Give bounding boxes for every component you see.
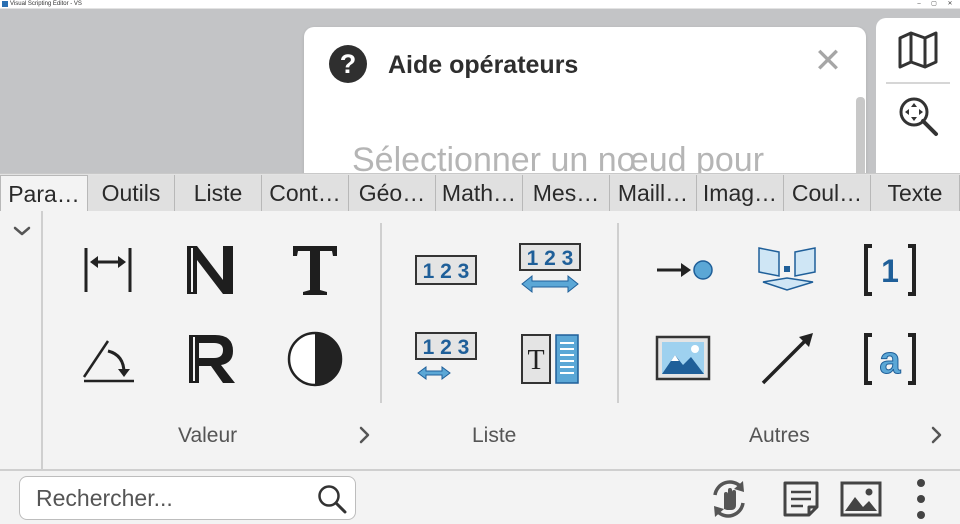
svg-text:1 2 3: 1 2 3 (423, 260, 470, 283)
svg-text:1 2 3: 1 2 3 (527, 247, 574, 270)
tab-outils[interactable]: Outils (88, 175, 175, 212)
search-box (19, 476, 356, 520)
minimize-button[interactable]: – (912, 0, 926, 8)
bottom-bar (0, 469, 960, 524)
image-icon[interactable] (648, 324, 718, 394)
tab-maillage[interactable]: Maill… (610, 175, 697, 212)
tab-parametres[interactable]: Para… (0, 175, 88, 213)
help-panel-title: Aide opérateurs (388, 51, 579, 79)
integer-icon[interactable] (176, 235, 246, 305)
tab-image[interactable]: Imag… (697, 175, 784, 212)
search-input[interactable] (36, 483, 316, 513)
chevron-down-icon[interactable] (10, 219, 34, 243)
palette-left-divider (41, 211, 43, 469)
svg-text:T: T (527, 345, 544, 376)
tab-couleur[interactable]: Coul… (784, 175, 871, 212)
question-circle-icon: ? (329, 45, 367, 83)
section-label-autres: Autres (749, 424, 810, 447)
section-label-liste: Liste (472, 424, 517, 447)
search-icon[interactable] (316, 483, 348, 515)
refresh-hand-icon[interactable] (707, 477, 751, 521)
tab-mesure[interactable]: Mes… (523, 175, 610, 212)
number-list-small-range-icon[interactable]: 1 2 3 (411, 324, 481, 394)
section-divider (380, 223, 382, 403)
close-window-button[interactable]: ✕ (943, 0, 957, 8)
number-list-icon[interactable]: 1 2 3 (411, 235, 481, 305)
contrast-icon[interactable] (280, 324, 350, 394)
number-list-range-icon[interactable]: 1 2 3 (515, 235, 585, 305)
arrow-to-point-icon[interactable] (648, 235, 718, 305)
app-icon (2, 1, 8, 7)
tab-geometrie[interactable]: Géo… (349, 175, 436, 212)
svg-text:a: a (879, 340, 901, 382)
text-icon[interactable] (280, 235, 350, 305)
zoom-fit-icon[interactable] (896, 94, 940, 138)
index-bracket-icon[interactable]: 1 (855, 235, 925, 305)
right-toolbar-divider (886, 82, 950, 84)
vector-arrow-icon[interactable] (752, 324, 822, 394)
more-vertical-icon[interactable] (899, 477, 943, 521)
section-label-valeur: Valeur (178, 424, 238, 447)
text-list-icon[interactable]: T (515, 324, 585, 394)
distance-icon[interactable] (73, 235, 143, 305)
chevron-right-icon[interactable] (927, 423, 947, 447)
svg-text:1: 1 (881, 253, 899, 289)
tab-liste[interactable]: Liste (175, 175, 262, 212)
real-number-icon[interactable] (176, 324, 246, 394)
category-tabs: Para… Outils Liste Cont… Géo… Math… Mes…… (0, 173, 960, 213)
window-titlebar: Visual Scripting Editor - VS – ▢ ✕ (0, 0, 960, 9)
picture-icon[interactable] (839, 477, 883, 521)
maximize-button[interactable]: ▢ (927, 0, 941, 8)
chevron-right-icon[interactable] (355, 423, 375, 447)
window-title: Visual Scripting Editor - VS (10, 1, 82, 7)
plane-projection-icon[interactable] (752, 235, 822, 305)
operator-help-panel: ? Aide opérateurs ✕ Sélectionner un nœud… (304, 27, 866, 197)
right-toolbar (876, 18, 960, 188)
letter-bracket-icon[interactable]: a (855, 324, 925, 394)
angle-icon[interactable] (73, 324, 143, 394)
tab-math[interactable]: Math… (436, 175, 523, 212)
notes-icon[interactable] (779, 477, 823, 521)
help-close-button[interactable]: ✕ (812, 44, 844, 78)
map-icon[interactable] (896, 28, 940, 72)
section-divider (617, 223, 619, 403)
tab-controle[interactable]: Cont… (262, 175, 349, 212)
tab-texte[interactable]: Texte (871, 175, 960, 212)
node-palette: 1 2 3 1 2 3 1 2 3 T 1 a Valeur Liste Aut… (0, 211, 960, 469)
svg-text:1 2 3: 1 2 3 (423, 336, 470, 359)
